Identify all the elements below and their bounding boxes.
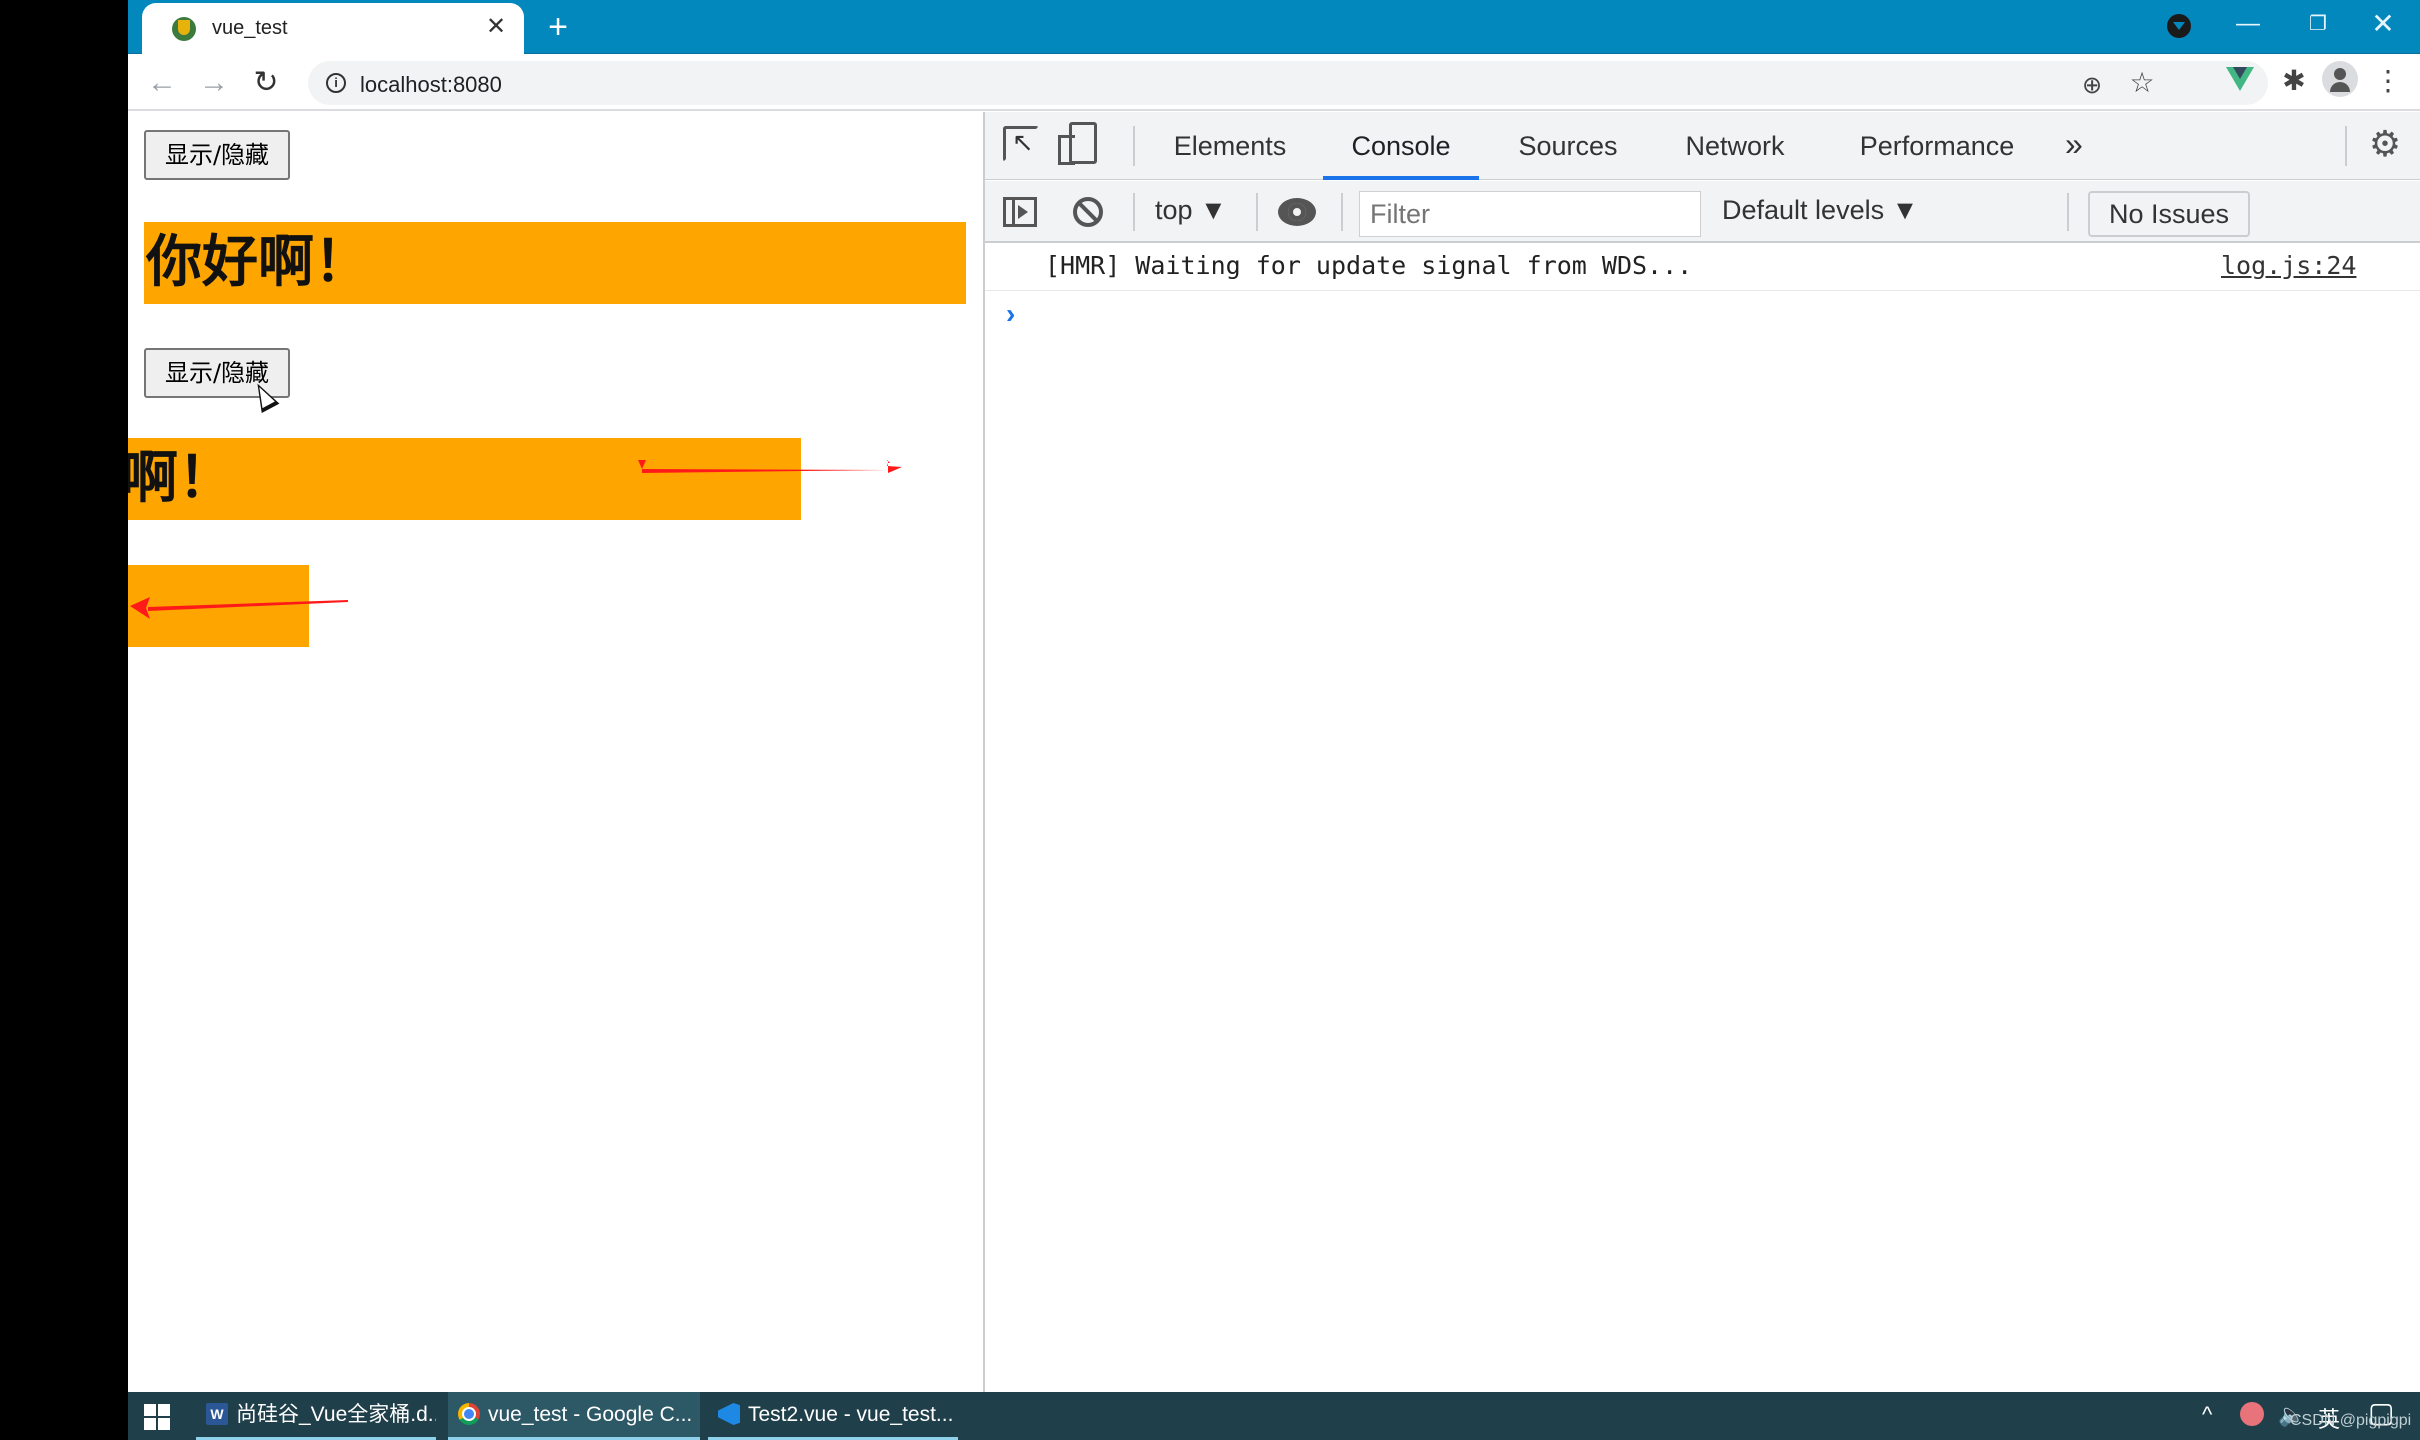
minimize-button[interactable]: — bbox=[2218, 4, 2278, 44]
device-toolbar-icon[interactable] bbox=[1058, 122, 1097, 165]
address-bar[interactable]: i localhost:8080 ⊕ ☆ bbox=[308, 61, 2268, 105]
page-viewport: 显示/隐藏 你好啊！ 显示/隐藏 你好啊！ bbox=[128, 112, 983, 1392]
windows-start-icon[interactable] bbox=[144, 1404, 170, 1430]
tab-performance[interactable]: Performance bbox=[1827, 112, 2047, 180]
console-sidebar-toggle-icon[interactable] bbox=[1003, 197, 1037, 227]
tab-network[interactable]: Network bbox=[1655, 112, 1815, 180]
divider bbox=[1133, 193, 1135, 231]
chrome-icon bbox=[458, 1402, 480, 1425]
profile-avatar[interactable] bbox=[2322, 61, 2358, 97]
tray-chevron-icon[interactable]: ^ bbox=[2202, 1402, 2212, 1428]
taskbar-item-label: Test2.vue - vue_test... bbox=[748, 1403, 954, 1426]
hello-heading-1: 你好啊！ bbox=[144, 222, 966, 304]
back-button[interactable]: ← bbox=[142, 63, 182, 103]
site-info-icon[interactable]: i bbox=[326, 73, 346, 93]
taskbar-item-vscode[interactable]: Test2.vue - vue_test... bbox=[708, 1392, 958, 1440]
toggle-button-1[interactable]: 显示/隐藏 bbox=[144, 130, 290, 180]
more-tabs-icon[interactable]: » bbox=[2065, 126, 2083, 163]
hello-heading-text: 你好啊！ bbox=[146, 230, 370, 295]
taskbar: W 尚硅谷_Vue全家桶.d... vue_test - Google C... … bbox=[128, 1392, 2420, 1440]
new-tab-button[interactable]: + bbox=[538, 8, 578, 48]
hello-heading-3-animating bbox=[128, 565, 309, 647]
context-selector[interactable]: top ▼ bbox=[1155, 195, 1227, 226]
tab-console[interactable]: Console bbox=[1323, 112, 1479, 180]
console-toolbar: top ▼ Default levels ▼ No Issues ⚙ bbox=[985, 181, 2420, 243]
devtools-panel: Elements Console Sources Network Perform… bbox=[983, 112, 2420, 1392]
devtools-tab-bar: Elements Console Sources Network Perform… bbox=[985, 112, 2420, 180]
window-close-button[interactable]: ✕ bbox=[2353, 4, 2413, 44]
divider bbox=[1133, 126, 1135, 166]
reload-button[interactable]: ↻ bbox=[246, 63, 286, 103]
annotation-layer bbox=[130, 456, 902, 619]
vscode-icon bbox=[718, 1402, 740, 1425]
log-message: [HMR] Waiting for update signal from WDS… bbox=[1045, 251, 1693, 280]
console-filter-input[interactable] bbox=[1359, 191, 1701, 237]
taskbar-item-label: 尚硅谷_Vue全家桶.d... bbox=[236, 1403, 436, 1426]
log-levels-dropdown[interactable]: Default levels ▼ bbox=[1722, 195, 1918, 226]
taskbar-item-chrome[interactable]: vue_test - Google C... bbox=[448, 1392, 700, 1440]
console-prompt-icon[interactable]: › bbox=[1006, 298, 1015, 330]
extensions-puzzle-icon[interactable]: ✱ bbox=[2276, 63, 2312, 99]
tray-app-icon[interactable] bbox=[2240, 1402, 2264, 1426]
url-text[interactable]: localhost:8080 bbox=[360, 72, 502, 98]
screen: vue_test ✕ + — ❐ ✕ ← → ↻ i localhost:808… bbox=[0, 0, 2420, 1440]
word-icon: W bbox=[206, 1402, 228, 1425]
browser-tab-active[interactable]: vue_test ✕ bbox=[142, 3, 524, 55]
restore-button[interactable]: ❐ bbox=[2288, 4, 2348, 44]
divider bbox=[2067, 193, 2069, 231]
divider bbox=[2345, 126, 2347, 166]
tab-search-icon[interactable] bbox=[2167, 14, 2191, 38]
divider bbox=[1341, 193, 1343, 231]
issues-button[interactable]: No Issues bbox=[2088, 191, 2250, 237]
tab-sources[interactable]: Sources bbox=[1493, 112, 1643, 180]
taskbar-item-word[interactable]: W 尚硅谷_Vue全家桶.d... bbox=[196, 1392, 436, 1440]
tab-close-icon[interactable]: ✕ bbox=[480, 11, 512, 43]
desktop-edge bbox=[0, 0, 128, 1392]
zoom-icon[interactable]: ⊕ bbox=[2078, 71, 2106, 99]
browser-window: vue_test ✕ + — ❐ ✕ ← → ↻ i localhost:808… bbox=[128, 0, 2420, 1392]
hello-heading-2-animating: 你好啊！ bbox=[128, 438, 801, 520]
console-log-entry: [HMR] Waiting for update signal from WDS… bbox=[985, 243, 2420, 291]
tab-title: vue_test bbox=[212, 17, 288, 39]
taskbar-item-label: vue_test - Google C... bbox=[488, 1403, 693, 1426]
hello-heading-text: 你好啊！ bbox=[128, 446, 234, 511]
watermark: CSDN @pigpigpi bbox=[2290, 1412, 2412, 1429]
divider bbox=[1256, 193, 1258, 231]
browser-toolbar: ← → ↻ i localhost:8080 ⊕ ☆ ✱ ⋮ bbox=[128, 55, 2420, 111]
title-bar: vue_test ✕ + — ❐ ✕ bbox=[128, 0, 2420, 55]
devtools-settings-icon[interactable]: ⚙ bbox=[2365, 124, 2405, 164]
vue-devtools-extension-icon[interactable] bbox=[2226, 67, 2254, 91]
clear-console-icon[interactable] bbox=[1073, 197, 1103, 227]
bookmark-star-icon[interactable]: ☆ bbox=[2126, 67, 2158, 99]
browser-menu-icon[interactable]: ⋮ bbox=[2374, 63, 2402, 99]
forward-button[interactable]: → bbox=[194, 63, 234, 103]
inspect-element-icon[interactable] bbox=[1003, 126, 1039, 162]
vue-favicon-icon bbox=[172, 17, 196, 41]
tab-elements[interactable]: Elements bbox=[1155, 112, 1305, 180]
live-expression-eye-icon[interactable] bbox=[1278, 198, 1316, 226]
log-source-link[interactable]: log.js:24 bbox=[2221, 251, 2356, 280]
